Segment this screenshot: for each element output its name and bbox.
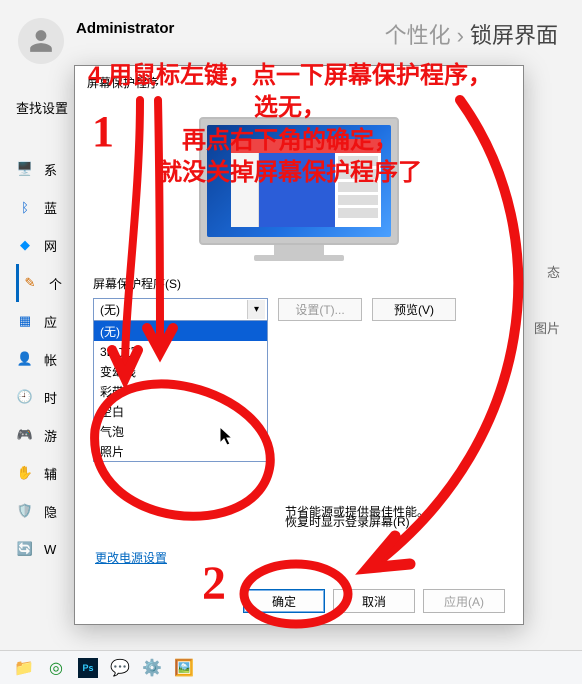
power-hint: 节省能源或提供最佳性能。 (285, 503, 429, 520)
screensaver-dialog: 屏幕保护程序 屏幕保护程序(S) (无) ▾ (无) 3D 文字 变幻线 彩带 … (74, 65, 524, 625)
avatar (18, 18, 64, 64)
dialog-title: 屏幕保护程序 (75, 66, 523, 95)
combo-option-3d[interactable]: 3D 文字 (94, 341, 267, 361)
nav-accessibility[interactable]: ✋辅 (16, 454, 62, 492)
combo-option-lines[interactable]: 变幻线 (94, 361, 267, 381)
nav-apps[interactable]: ▦应 (16, 302, 62, 340)
nav-network[interactable]: ◆网 (16, 226, 62, 264)
combo-selected: (无) (100, 303, 120, 317)
apps-icon: ▦ (16, 312, 34, 330)
taskbar[interactable]: 📁 ◎ Ps 💬 ⚙️ 🖼️ (0, 650, 582, 684)
time-icon: 🕘 (16, 388, 34, 406)
combo-option-bubbles[interactable]: 气泡 (94, 421, 267, 441)
preview-button[interactable]: 预览(V) (372, 298, 456, 321)
screensaver-label: 屏幕保护程序(S) (93, 275, 505, 292)
cancel-button[interactable]: 取消 (333, 589, 415, 613)
wifi-icon: ◆ (16, 236, 34, 254)
nav-privacy[interactable]: 🛡️隐 (16, 492, 62, 530)
settings-button[interactable]: 设置(T)... (278, 298, 362, 321)
monitor-icon: 🖥️ (16, 160, 34, 178)
nav-system[interactable]: 🖥️系 (16, 150, 62, 188)
nav-account[interactable]: 👤帐 (16, 340, 62, 378)
gear-icon[interactable]: ⚙️ (142, 658, 162, 678)
game-icon: 🎮 (16, 426, 34, 444)
brush-icon: ✎ (21, 274, 39, 292)
admin-name: Administrator (76, 20, 174, 37)
power-link[interactable]: 更改电源设置 (95, 549, 167, 566)
wechat-icon[interactable]: 💬 (110, 658, 130, 678)
capture-icon[interactable]: 🖼️ (174, 658, 194, 678)
edge-icon[interactable]: ◎ (46, 658, 66, 678)
access-icon: ✋ (16, 464, 34, 482)
explorer-icon[interactable]: 📁 (14, 658, 34, 678)
apply-button[interactable]: 应用(A) (423, 589, 505, 613)
preview-monitor (199, 117, 399, 261)
cursor-icon (220, 427, 236, 447)
update-icon: 🔄 (16, 540, 34, 558)
breadcrumb: 个性化›锁屏界面 (385, 18, 558, 50)
privacy-icon: 🛡️ (16, 502, 34, 520)
nav-personalize[interactable]: ✎个 (16, 264, 62, 302)
combo-option-ribbon[interactable]: 彩带 (94, 381, 267, 401)
photoshop-icon[interactable]: Ps (78, 658, 98, 678)
combo-option-none[interactable]: (无) (94, 321, 267, 341)
search-settings[interactable]: 查找设置 (16, 98, 68, 117)
bluetooth-icon: ᛒ (16, 198, 34, 216)
account-icon: 👤 (16, 350, 34, 368)
nav-update[interactable]: 🔄W (16, 530, 62, 568)
ok-button[interactable]: 确定 (243, 589, 325, 613)
combo-option-blank[interactable]: 空白 (94, 401, 267, 421)
combo-option-photos[interactable]: 照片 (94, 441, 267, 461)
chevron-down-icon[interactable]: ▾ (247, 300, 265, 319)
nav-bluetooth[interactable]: ᛒ蓝 (16, 188, 62, 226)
right-status: 态 (547, 262, 560, 281)
nav-time[interactable]: 🕘时 (16, 378, 62, 416)
nav-game[interactable]: 🎮游 (16, 416, 62, 454)
right-pic: 图片 (534, 318, 560, 337)
settings-nav: 🖥️系 ᛒ蓝 ◆网 ✎个 ▦应 👤帐 🕘时 🎮游 ✋辅 🛡️隐 🔄W (16, 150, 62, 568)
screensaver-combo[interactable]: (无) ▾ (无) 3D 文字 变幻线 彩带 空白 气泡 照片 (93, 298, 268, 321)
combo-list: (无) 3D 文字 变幻线 彩带 空白 气泡 照片 (93, 321, 268, 462)
